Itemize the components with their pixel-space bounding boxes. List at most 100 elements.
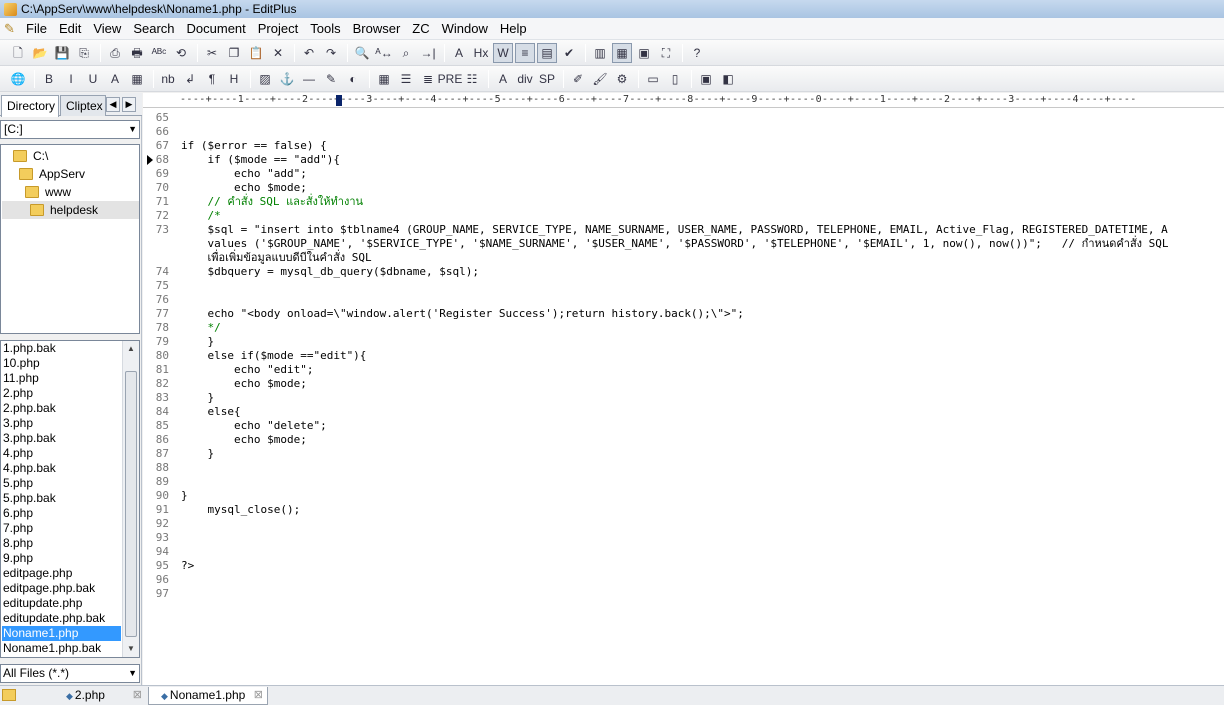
comment-icon[interactable]: ◐ <box>343 69 363 89</box>
div-icon[interactable]: div <box>515 69 535 89</box>
tab-cliptext[interactable]: Cliptex <box>60 95 106 116</box>
pre-icon[interactable]: PRE <box>438 69 463 89</box>
tab-scroll-left-icon[interactable]: ◀ <box>106 97 120 112</box>
center-icon[interactable]: ≣ <box>418 69 438 89</box>
paste-icon[interactable]: 📋 <box>246 43 266 63</box>
print-preview-icon[interactable]: ⎙ <box>105 43 125 63</box>
file-list-item[interactable]: 2.php <box>2 386 121 401</box>
file-list-item[interactable]: 5.php.bak <box>2 491 121 506</box>
tools-icon[interactable]: ⚙ <box>612 69 632 89</box>
word-wrap-icon[interactable]: W <box>493 42 513 63</box>
tree-item-c[interactable]: C:\ <box>13 147 133 165</box>
file-list-item[interactable]: editupdate.php <box>2 596 121 611</box>
drive-select[interactable]: [C:] ▼ <box>0 120 140 139</box>
scrollbar-thumb[interactable] <box>125 371 137 637</box>
nbsp-icon[interactable]: nb <box>158 69 178 89</box>
close-icon[interactable]: ⊠ <box>133 687 142 704</box>
doc-tab-2-php[interactable]: ◆ 2.php ⊠ <box>54 687 146 705</box>
file-list-item[interactable]: 4.php.bak <box>2 461 121 476</box>
file-list-item[interactable]: Noname1.php.bak <box>2 641 121 656</box>
help-icon[interactable]: ? <box>687 43 707 63</box>
input-icon[interactable]: ▯ <box>665 69 685 89</box>
panel-icon[interactable]: ▥ <box>590 43 610 63</box>
scroll-down-icon[interactable]: ▼ <box>123 641 139 657</box>
tree-item-www[interactable]: www <box>25 183 135 201</box>
check-icon[interactable]: ✔ <box>559 43 579 63</box>
open-folder-icon[interactable]: 📂 <box>30 43 50 63</box>
save-icon[interactable]: 💾 <box>52 43 72 63</box>
doc-tab-noname1-php[interactable]: ◆ Noname1.php ⊠ <box>148 687 268 705</box>
brush-icon[interactable]: 🖌 <box>590 69 610 89</box>
file-list-item[interactable]: 8.php <box>2 536 121 551</box>
find-icon[interactable]: 🔍 <box>352 43 372 63</box>
hex-icon[interactable]: Hx <box>471 43 491 63</box>
menu-edit[interactable]: Edit <box>53 19 87 39</box>
underline-icon[interactable]: U <box>83 69 103 89</box>
copy-icon[interactable]: ❐ <box>224 43 244 63</box>
delete-icon[interactable]: ✕ <box>268 43 288 63</box>
span-icon[interactable]: SP <box>537 69 557 89</box>
anchor-icon[interactable]: ⚓ <box>277 69 297 89</box>
file-list-item[interactable]: 9.php <box>2 551 121 566</box>
menu-browser[interactable]: Browser <box>347 19 407 39</box>
file-list-item[interactable]: 4.php <box>2 446 121 461</box>
bold-icon[interactable]: B <box>39 69 59 89</box>
menu-window[interactable]: Window <box>436 19 494 39</box>
cut-icon[interactable]: ✂ <box>202 43 222 63</box>
file-list-item[interactable]: 5.php <box>2 476 121 491</box>
preview-icon[interactable]: ▣ <box>696 69 716 89</box>
file-list-scrollbar[interactable]: ▲ ▼ <box>122 341 139 657</box>
italic-icon[interactable]: I <box>61 69 81 89</box>
layout-icon[interactable]: ◧ <box>718 69 738 89</box>
tab-scroll-right-icon[interactable]: ▶ <box>122 97 136 112</box>
file-list-item[interactable]: Noname1.php <box>2 626 121 641</box>
spell-check-icon[interactable]: ᴬᴮᶜ <box>149 43 169 63</box>
heading-icon[interactable]: H <box>224 69 244 89</box>
line-break-icon[interactable]: ↲ <box>180 69 200 89</box>
menu-zc[interactable]: ZC <box>406 19 435 39</box>
print-icon[interactable]: 🖶 <box>127 43 147 63</box>
paragraph-icon[interactable]: ¶ <box>202 69 222 89</box>
menu-project[interactable]: Project <box>252 19 304 39</box>
full-screen-icon[interactable]: ⛶ <box>656 43 676 63</box>
output-window-icon[interactable]: ▣ <box>634 43 654 63</box>
goto-icon[interactable]: →| <box>418 43 438 63</box>
file-list-item[interactable]: 10.php <box>2 356 121 371</box>
file-list-item[interactable]: 2.php.bak <box>2 401 121 416</box>
code-editor[interactable]: ----+----1----+----2----+----3----+----4… <box>143 93 1224 685</box>
align-icon[interactable]: ☰ <box>396 69 416 89</box>
file-list-item[interactable]: editupdate.php.bak <box>2 611 121 626</box>
scroll-up-icon[interactable]: ▲ <box>123 341 139 357</box>
directory-window-icon[interactable]: ▦ <box>612 42 632 63</box>
browser-icon[interactable]: ⟲ <box>171 43 191 63</box>
file-list-item[interactable]: 7.php <box>2 521 121 536</box>
line-number-icon[interactable]: ≡ <box>515 42 535 63</box>
menu-tools[interactable]: Tools <box>304 19 346 39</box>
ruler-icon[interactable]: ▤ <box>537 42 557 63</box>
menu-search[interactable]: Search <box>127 19 180 39</box>
file-list-item[interactable]: 1.php.bak <box>2 341 121 356</box>
image-icon[interactable]: ▨ <box>255 69 275 89</box>
file-filter-select[interactable]: All Files (*.*) ▼ <box>0 664 140 683</box>
save-all-icon[interactable]: ⎘ <box>74 43 94 63</box>
table-icon[interactable]: ▦ <box>374 69 394 89</box>
replace-icon[interactable]: ᴬ↔ <box>374 43 394 63</box>
close-icon[interactable]: ⊠ <box>254 687 263 704</box>
tree-item-appserv[interactable]: AppServ <box>19 165 134 183</box>
file-list-item[interactable]: 3.php <box>2 416 121 431</box>
tree-item-helpdesk[interactable]: helpdesk <box>2 201 139 219</box>
form-icon[interactable]: ▭ <box>643 69 663 89</box>
menu-help[interactable]: Help <box>494 19 533 39</box>
menu-file[interactable]: File <box>20 19 53 39</box>
font-color-icon[interactable]: A <box>105 69 125 89</box>
tab-directory[interactable]: Directory <box>1 95 59 117</box>
font-icon[interactable]: A <box>449 43 469 63</box>
globe-icon[interactable]: 🌐 <box>8 69 28 89</box>
file-list-item[interactable]: 6.php <box>2 506 121 521</box>
horizontal-rule-icon[interactable]: — <box>299 69 319 89</box>
edit-tag-icon[interactable]: ✐ <box>568 69 588 89</box>
undo-icon[interactable]: ↶ <box>299 43 319 63</box>
list-icon[interactable]: ☷ <box>462 69 482 89</box>
file-list-item[interactable]: editpage.php.bak <box>2 581 121 596</box>
menu-view[interactable]: View <box>87 19 127 39</box>
